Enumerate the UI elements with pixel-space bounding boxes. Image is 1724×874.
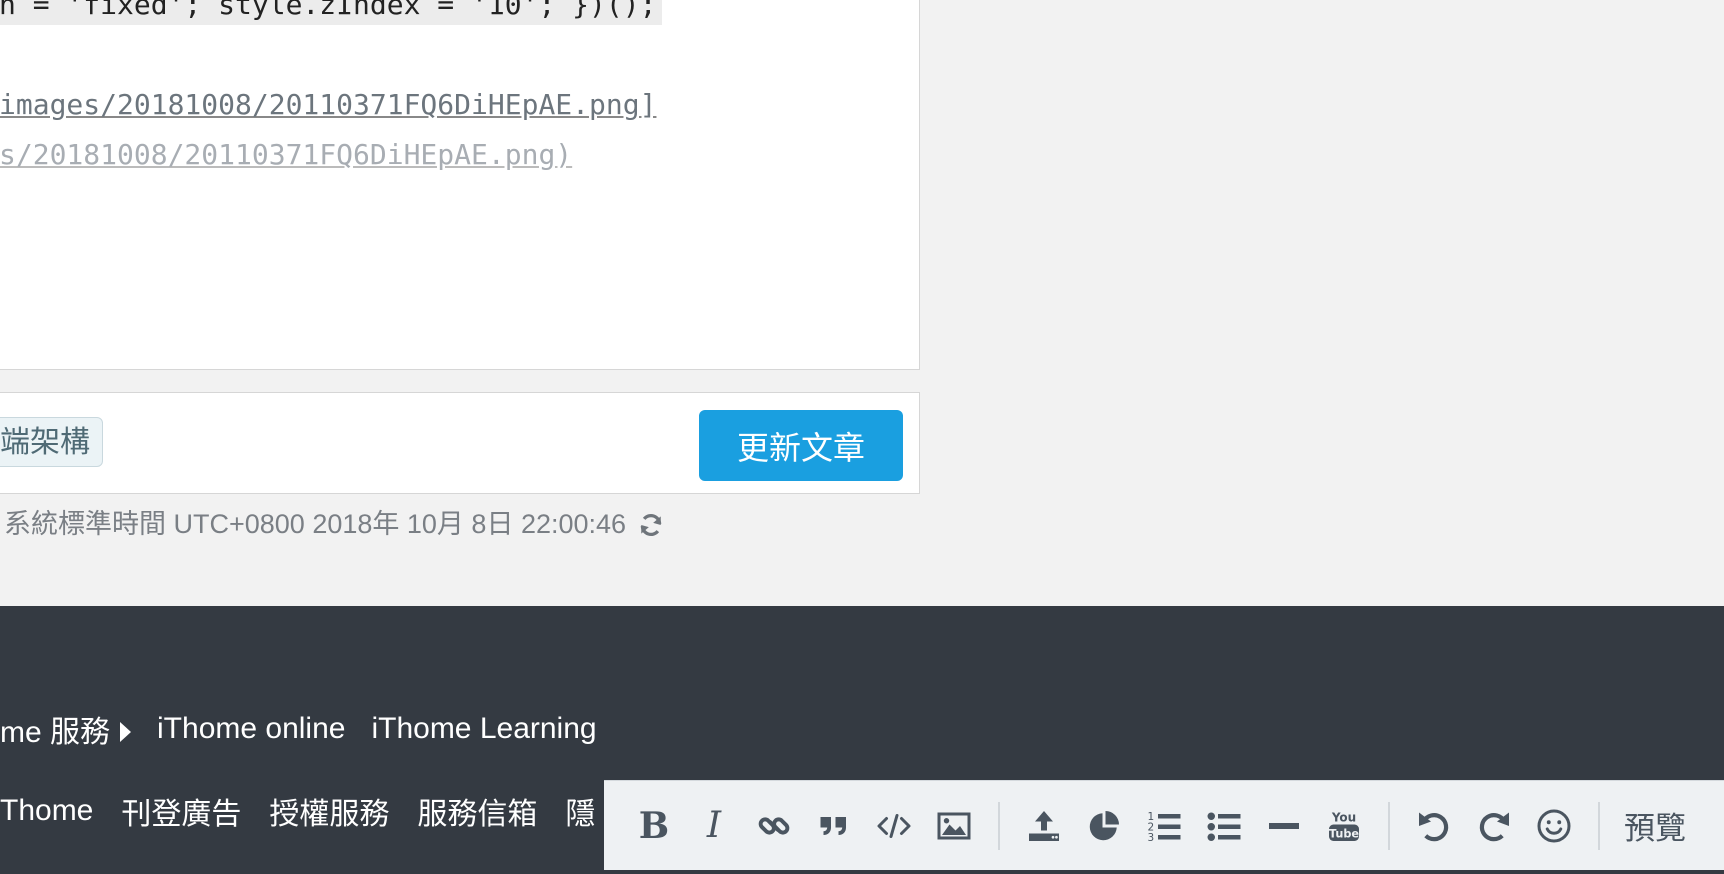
- system-time-text: 系統標準時間 UTC+0800 2018年 10月 8日 22:00:46: [4, 509, 627, 539]
- undo-icon[interactable]: [1404, 796, 1464, 856]
- footer-link-ithome-services[interactable]: me 服務: [0, 707, 132, 751]
- horizontal-rule-icon[interactable]: [1254, 796, 1314, 856]
- upload-icon[interactable]: [1014, 796, 1074, 856]
- caret-right-icon: [120, 722, 132, 742]
- youtube-icon[interactable]: You Tube: [1314, 796, 1374, 856]
- image-icon[interactable]: [924, 796, 984, 856]
- markdown-editor[interactable]: n = 'fixed'; style.zIndex = '10'; })(); …: [0, 0, 920, 370]
- code-icon[interactable]: [864, 796, 924, 856]
- redo-icon[interactable]: [1464, 796, 1524, 856]
- footer-link-label: me 服務: [0, 716, 111, 749]
- bold-icon[interactable]: B: [624, 796, 684, 856]
- unordered-list-icon[interactable]: [1194, 796, 1254, 856]
- refresh-icon[interactable]: [638, 511, 664, 537]
- footer-info-row: Thome 刊登廣告 授權服務 服務信箱 隱: [0, 786, 623, 836]
- italic-icon[interactable]: I: [684, 796, 744, 856]
- footer-link-ithome-online[interactable]: iThome online: [157, 712, 345, 746]
- preview-label: 預覽: [1624, 811, 1686, 847]
- youtube-icon-bottom-text: Tube: [1329, 827, 1360, 840]
- update-article-button[interactable]: 更新文章: [699, 410, 903, 481]
- tag-chip[interactable]: 端架構: [0, 417, 103, 467]
- footer-link-ithome-learning[interactable]: iThome Learning: [371, 712, 596, 746]
- link-icon[interactable]: [744, 796, 804, 856]
- toolbar-divider: [1388, 801, 1390, 850]
- youtube-icon-top-text: You: [1331, 810, 1356, 824]
- svg-text:3: 3: [1148, 832, 1155, 844]
- article-action-bar: 端架構 更新文章: [0, 392, 920, 494]
- footer-link-licensing[interactable]: 授權服務: [269, 789, 389, 833]
- toolbar-divider: [998, 801, 1000, 850]
- pie-chart-icon[interactable]: [1074, 796, 1134, 856]
- footer-link-contact-mail[interactable]: 服務信箱: [417, 789, 537, 833]
- markdown-toolbar: B I 1 2 3 You Tube 預覽: [604, 780, 1724, 870]
- emoji-icon[interactable]: [1524, 796, 1584, 856]
- quote-icon[interactable]: [804, 796, 864, 856]
- bold-glyph: B: [638, 804, 670, 847]
- toolbar-divider: [1598, 801, 1600, 850]
- editor-line: images/20181008/20110371FQ6DiHEpAE.png]: [0, 88, 657, 121]
- editor-line: n = 'fixed'; style.zIndex = '10'; })();: [0, 0, 663, 25]
- footer-link-about-ithome[interactable]: Thome: [0, 794, 93, 828]
- system-time: 系統標準時間 UTC+0800 2018年 10月 8日 22:00:46: [4, 506, 664, 542]
- preview-button[interactable]: 預覽: [1614, 796, 1696, 856]
- footer-nav-row: me 服務 iThome online iThome Learning: [0, 704, 623, 754]
- footer-link-privacy[interactable]: 隱: [565, 789, 595, 833]
- italic-glyph: I: [706, 805, 722, 846]
- editor-line: s/20181008/20110371FQ6DiHEpAE.png): [0, 138, 573, 171]
- footer-link-advertise[interactable]: 刊登廣告: [121, 789, 241, 833]
- ordered-list-icon[interactable]: 1 2 3: [1134, 796, 1194, 856]
